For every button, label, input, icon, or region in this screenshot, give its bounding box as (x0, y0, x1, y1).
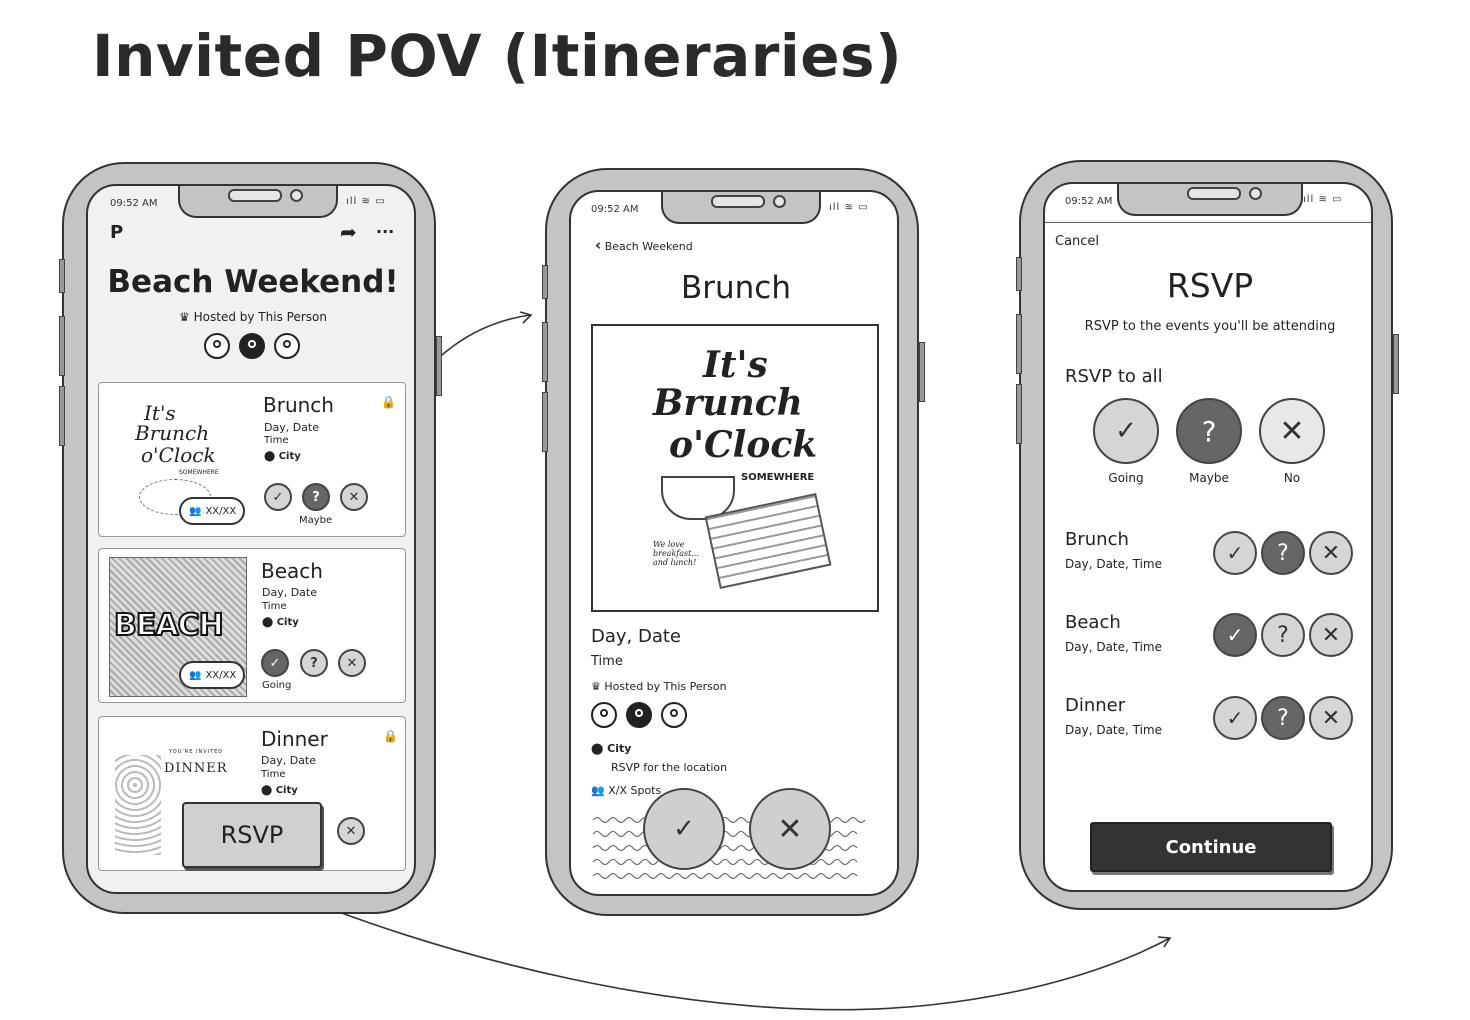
going-button[interactable]: ✓ (261, 649, 289, 677)
lock-icon: 🔒 (381, 395, 396, 409)
back-chevron-icon: ‹ (595, 236, 602, 254)
status-label: Going (262, 680, 292, 691)
avatar[interactable] (274, 333, 300, 359)
card-time: Time (261, 769, 286, 780)
rsvp-all-label: RSVP to all (1065, 366, 1163, 387)
dinner-no-button[interactable]: ✕ (1309, 696, 1353, 740)
all-no-button[interactable]: ✕ (1259, 398, 1325, 464)
card-time: Time (264, 435, 289, 446)
no-label: No (1283, 471, 1301, 485)
card-date: Day, Date (261, 754, 317, 767)
card-title: Beach (261, 559, 323, 583)
screen: 09:52 AM ıll ≋ ▭ ‹ Beach Weekend Brunch … (569, 190, 899, 896)
event-name: Dinner (1065, 695, 1126, 716)
spots-badge: 👥 XX/XX (179, 661, 245, 689)
detail-city: ⬤ City (591, 742, 632, 755)
avatar[interactable] (661, 702, 687, 728)
more-icon[interactable]: ··· (376, 222, 394, 241)
brunch-going-button[interactable]: ✓ (1213, 531, 1257, 575)
screen: 09:52 AM ıll ≋ ▭ Cancel RSVP RSVP to the… (1043, 182, 1373, 892)
card-date: Day, Date (262, 586, 318, 599)
event-datetime: Day, Date, Time (1065, 557, 1163, 571)
maybe-label: Maybe (1189, 471, 1229, 485)
rsvp-location-note: RSVP for the location (611, 761, 728, 774)
lock-icon: 🔒 (383, 729, 398, 743)
no-button[interactable]: ✕ (338, 649, 366, 677)
phone-event-detail: 09:52 AM ıll ≋ ▭ ‹ Beach Weekend Brunch … (542, 168, 925, 916)
status-icons: ıll ≋ ▭ (1303, 194, 1343, 205)
spots-badge: 👥 XX/XX (179, 497, 245, 525)
card-date: Day, Date (264, 421, 320, 434)
card-city: ⬤ City (261, 785, 298, 796)
cancel-button[interactable]: Cancel (1055, 234, 1099, 249)
crown-icon: ♛ (179, 310, 190, 324)
location-pin-icon: ⬤ (591, 742, 604, 755)
host-line: ♛ Hosted by This Person (179, 310, 327, 324)
status-icons: ıll ≋ ▭ (346, 196, 386, 207)
status-time: 09:52 AM (591, 204, 639, 215)
event-datetime: Day, Date, Time (1065, 640, 1163, 654)
rsvp-button[interactable]: RSVP (182, 802, 322, 868)
location-pin-icon: ⬤ (261, 785, 273, 796)
avatar[interactable] (591, 702, 617, 728)
detail-title: Brunch (681, 270, 791, 306)
no-button[interactable]: ✕ (337, 817, 365, 845)
rsvp-title: RSVP (1166, 266, 1254, 305)
location-pin-icon: ⬤ (262, 617, 274, 628)
event-name: Brunch (1065, 529, 1129, 550)
dinner-maybe-button[interactable]: ? (1261, 696, 1305, 740)
event-card-brunch[interactable]: It's Brunch o'Clock SOMEWHERE 👥 XX/XX Bru… (98, 382, 406, 537)
brunch-no-button[interactable]: ✕ (1309, 531, 1353, 575)
card-title: Brunch (263, 393, 334, 417)
dinner-going-button[interactable]: ✓ (1213, 696, 1257, 740)
status-time: 09:52 AM (1065, 196, 1113, 207)
event-name: Beach (1065, 612, 1121, 633)
card-time: Time (262, 601, 287, 612)
beach-maybe-button[interactable]: ? (1261, 613, 1305, 657)
beach-going-button[interactable]: ✓ (1213, 613, 1257, 657)
crown-icon: ♛ (591, 680, 601, 693)
location-pin-icon: ⬤ (264, 451, 276, 462)
detail-time: Time (591, 654, 623, 669)
phone-itinerary: 09:52 AM ıll ≋ ▭ P ➦ ··· Beach Weekend! … (59, 162, 442, 914)
no-button[interactable]: ✕ (340, 483, 368, 511)
status-time: 09:52 AM (110, 198, 158, 209)
description-scribble (592, 816, 866, 880)
people-icon: 👥 (189, 669, 202, 681)
event-title: Beach Weekend! (107, 264, 399, 300)
phone-rsvp: 09:52 AM ıll ≋ ▭ Cancel RSVP RSVP to the… (1016, 160, 1399, 910)
host-line: ♛ Hosted by This Person (591, 680, 727, 693)
brunch-maybe-button[interactable]: ? (1261, 531, 1305, 575)
card-city: ⬤ City (264, 451, 301, 462)
going-label: Going (1108, 471, 1144, 485)
continue-button[interactable]: Continue (1090, 822, 1332, 872)
going-button[interactable]: ✓ (264, 483, 292, 511)
rsvp-subtitle: RSVP to the events you'll be attending (1084, 319, 1336, 334)
detail-date: Day, Date (591, 626, 682, 647)
brunch-poster: It's Brunch o'Clock SOMEWHERE We love br… (591, 324, 879, 612)
avatar[interactable] (626, 702, 652, 728)
app-logo-icon[interactable]: P (110, 222, 123, 243)
decline-button[interactable]: ✕ (749, 788, 831, 870)
event-datetime: Day, Date, Time (1065, 723, 1163, 737)
card-title: Dinner (261, 727, 328, 751)
avatar[interactable] (239, 333, 265, 359)
card-city: ⬤ City (262, 617, 299, 628)
accept-button[interactable]: ✓ (643, 788, 725, 870)
people-icon: 👥 (189, 505, 202, 517)
maybe-button[interactable]: ? (302, 483, 330, 511)
all-going-button[interactable]: ✓ (1093, 398, 1159, 464)
screen: 09:52 AM ıll ≋ ▭ P ➦ ··· Beach Weekend! … (86, 184, 416, 894)
back-button[interactable]: ‹ Beach Weekend (595, 236, 693, 254)
share-icon[interactable]: ➦ (340, 220, 357, 244)
maybe-button[interactable]: ? (300, 649, 328, 677)
status-label: Maybe (299, 515, 333, 526)
people-icon: 👥 (591, 784, 605, 797)
beach-no-button[interactable]: ✕ (1309, 613, 1353, 657)
avatar[interactable] (204, 333, 230, 359)
detail-spots: 👥 X/X Spots (591, 784, 662, 797)
event-card-beach[interactable]: BEACH 👥 XX/XX Beach Day, Date Time ⬤ City… (98, 548, 406, 703)
all-maybe-button[interactable]: ? (1176, 398, 1242, 464)
status-icons: ıll ≋ ▭ (829, 202, 869, 213)
